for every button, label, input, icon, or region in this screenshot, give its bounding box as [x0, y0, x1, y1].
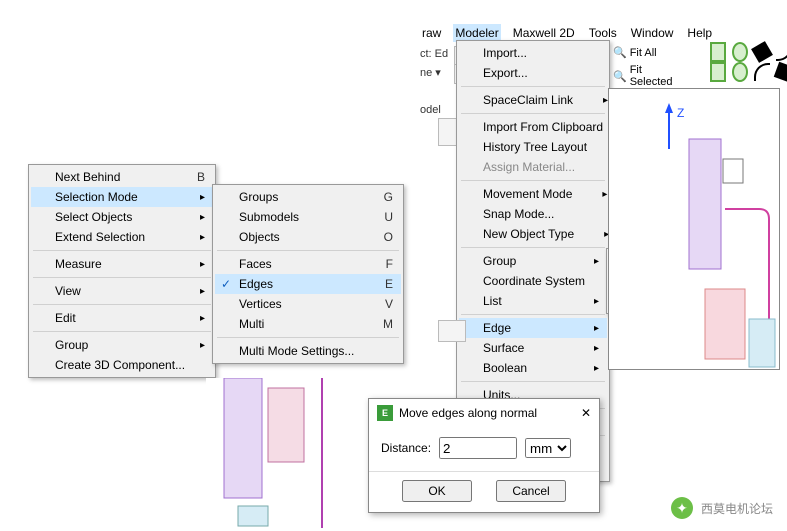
rect2-icon[interactable]: [710, 64, 726, 80]
poly-icon[interactable]: [776, 64, 787, 80]
check-icon: ✓: [221, 277, 231, 291]
menu-new-object-type[interactable]: New Object Type▸: [459, 224, 607, 244]
menu-spaceclaim[interactable]: SpaceClaim Link▸: [459, 90, 607, 110]
menu-multi[interactable]: MultiM: [215, 314, 401, 334]
menu-select-objects[interactable]: Select Objects▸: [31, 207, 213, 227]
context-menu[interactable]: Next BehindB Selection Mode▸ Select Obje…: [28, 164, 216, 378]
menu-group[interactable]: Group▸: [31, 335, 213, 355]
zoom-icon: 🔍: [613, 46, 627, 59]
menu-import[interactable]: Import...: [459, 43, 607, 63]
menu-import-clipboard[interactable]: Import From Clipboard: [459, 117, 607, 137]
menubar-item-help[interactable]: Help: [685, 24, 714, 42]
menu-edges[interactable]: ✓EdgesE: [215, 274, 401, 294]
watermark-text: 西莫电机论坛: [701, 500, 773, 517]
cad-sketch-2: [206, 378, 346, 528]
move-edges-dialog: E Move edges along normal ✕ Distance: mm…: [368, 398, 600, 513]
dialog-title: Move edges along normal: [399, 406, 537, 420]
ne-label[interactable]: ne ▾: [420, 66, 441, 79]
fit-all-button[interactable]: 🔍 Fit All: [608, 44, 662, 61]
circle-icon[interactable]: [732, 44, 748, 60]
menu-create-3d-component[interactable]: Create 3D Component...: [31, 355, 213, 375]
model-label: odel: [420, 104, 441, 116]
app-icon: E: [377, 405, 393, 421]
cad-canvas-1[interactable]: Z: [608, 88, 780, 370]
menu-surface[interactable]: Surface▸: [459, 338, 607, 358]
menu-next-behind[interactable]: Next BehindB: [31, 167, 213, 187]
panel-fragment: [438, 320, 466, 342]
menu-coord-system[interactable]: Coordinate System▸: [459, 271, 607, 291]
zoom-icon: 🔍: [613, 70, 627, 83]
menu-submodels[interactable]: SubmodelsU: [215, 207, 401, 227]
menu-faces[interactable]: FacesF: [215, 254, 401, 274]
menu-vertices[interactable]: VerticesV: [215, 294, 401, 314]
menu-objects[interactable]: ObjectsO: [215, 227, 401, 247]
menu-boolean[interactable]: Boolean▸: [459, 358, 607, 378]
spline-icon[interactable]: [754, 64, 770, 80]
distance-label: Distance:: [381, 441, 431, 455]
menu-selection-mode[interactable]: Selection Mode▸: [31, 187, 213, 207]
shape-toolbar: [710, 44, 787, 80]
menu-extend-selection[interactable]: Extend Selection▸: [31, 227, 213, 247]
project-label: ct: Ed: [420, 48, 448, 60]
menubar-item-draw[interactable]: raw: [420, 24, 443, 42]
menu-edit[interactable]: Edit▸: [31, 308, 213, 328]
arc-icon[interactable]: [776, 44, 787, 60]
menu-assign-material: Assign Material...: [459, 157, 607, 177]
menu-group2[interactable]: Group▸: [459, 251, 607, 271]
z-axis-label: Z: [677, 106, 684, 120]
distance-input[interactable]: [439, 437, 517, 459]
menu-edge[interactable]: Edge▸: [459, 318, 607, 338]
menu-measure[interactable]: Measure▸: [31, 254, 213, 274]
menu-view[interactable]: View▸: [31, 281, 213, 301]
menu-export[interactable]: Export...: [459, 63, 607, 83]
selection-mode-submenu[interactable]: GroupsG SubmodelsU ObjectsO FacesF ✓Edge…: [212, 184, 404, 364]
wechat-icon: ✦: [671, 497, 693, 519]
rect-icon[interactable]: [710, 44, 726, 60]
menubar-item-window[interactable]: Window: [629, 24, 676, 42]
ok-button[interactable]: OK: [402, 480, 472, 502]
cancel-button[interactable]: Cancel: [496, 480, 566, 502]
menu-multi-mode-settings[interactable]: Multi Mode Settings...: [215, 341, 401, 361]
line-icon[interactable]: [754, 44, 770, 60]
fit-selected-button[interactable]: 🔍 Fit Selected: [608, 62, 678, 90]
fit-toolbar: 🔍 Fit All 🔍 Fit Selected: [608, 44, 662, 61]
menu-snap-mode[interactable]: Snap Mode...: [459, 204, 607, 224]
menu-history-tree[interactable]: History Tree Layout▸: [459, 137, 607, 157]
cad-canvas-2[interactable]: [206, 378, 346, 528]
unit-select[interactable]: mm: [525, 438, 571, 458]
cad-sketch: Z: [609, 89, 779, 369]
ellipse-icon[interactable]: [732, 64, 748, 80]
menu-movement-mode[interactable]: Movement Mode▸: [459, 184, 607, 204]
watermark: ✦ 西莫电机论坛: [671, 497, 773, 519]
menu-groups[interactable]: GroupsG: [215, 187, 401, 207]
menu-list[interactable]: List▸: [459, 291, 607, 311]
close-icon[interactable]: ✕: [581, 406, 591, 420]
